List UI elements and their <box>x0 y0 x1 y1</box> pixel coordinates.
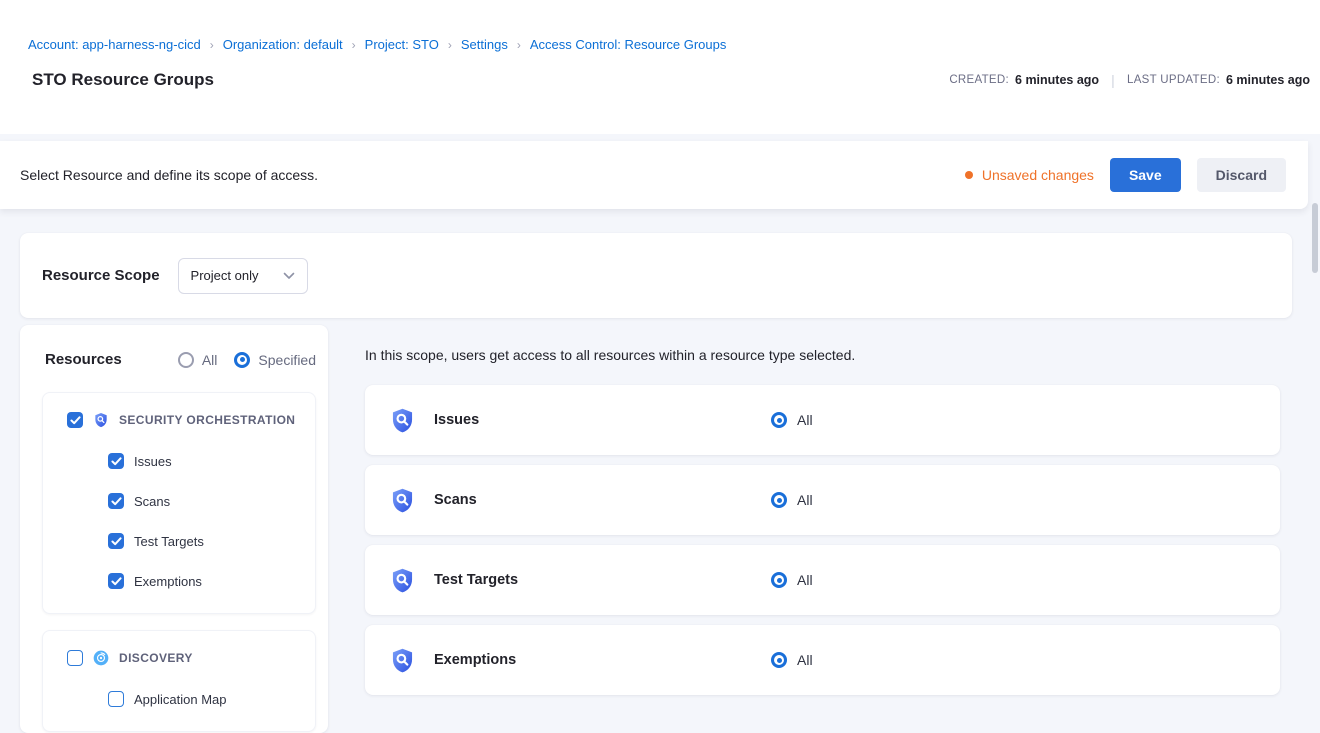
shield-search-icon <box>389 647 416 674</box>
check-icon <box>111 577 122 586</box>
resource-card-title: Scans <box>434 492 771 508</box>
unsaved-changes-label: Unsaved changes <box>982 167 1094 183</box>
application-map-checkbox[interactable] <box>108 691 124 707</box>
shield-search-icon <box>389 407 416 434</box>
shield-search-icon <box>389 487 416 514</box>
resource-item-label: Test Targets <box>134 534 204 549</box>
page-title: STO Resource Groups <box>32 70 214 90</box>
resource-card-title: Test Targets <box>434 572 771 588</box>
access-all-label: All <box>797 652 813 668</box>
vertical-scrollbar-thumb[interactable] <box>1312 203 1318 273</box>
filter-specified-option[interactable]: Specified <box>234 352 316 368</box>
breadcrumb-account[interactable]: Account: app-harness-ng-cicd <box>28 37 201 52</box>
radio-selected-icon[interactable] <box>771 492 787 508</box>
access-option-all[interactable]: All <box>771 412 813 428</box>
resources-filter: All Specified <box>178 352 316 368</box>
created-updated-meta: CREATED: 6 minutes ago | LAST UPDATED: 6… <box>949 72 1310 88</box>
filter-all-option[interactable]: All <box>178 352 218 368</box>
chevron-down-icon <box>283 272 295 280</box>
resource-scope-label: Resource Scope <box>42 267 160 284</box>
check-icon <box>111 497 122 506</box>
chevron-right-icon: › <box>448 38 452 52</box>
action-toolbar: Select Resource and define its scope of … <box>0 141 1308 209</box>
access-option-all[interactable]: All <box>771 652 813 668</box>
radio-selected-icon[interactable] <box>234 352 250 368</box>
radio-selected-icon[interactable] <box>771 652 787 668</box>
resource-card-test-targets: Test Targets All <box>365 545 1280 615</box>
resource-item-label: Scans <box>134 494 170 509</box>
access-option-all[interactable]: All <box>771 492 813 508</box>
resource-card-title: Exemptions <box>434 652 771 668</box>
resource-item-label: Application Map <box>134 692 227 707</box>
resource-item-issues: Issues <box>108 441 315 481</box>
test-targets-checkbox[interactable] <box>108 533 124 549</box>
resource-card-exemptions: Exemptions All <box>365 625 1280 695</box>
radar-icon <box>93 650 109 666</box>
check-icon <box>111 537 122 546</box>
filter-all-label: All <box>202 352 218 368</box>
access-option-all[interactable]: All <box>771 572 813 588</box>
radio-selected-icon[interactable] <box>771 412 787 428</box>
security-orchestration-checkbox[interactable] <box>67 412 83 428</box>
resource-scope-card: Resource Scope Project only <box>20 233 1292 318</box>
save-button[interactable]: Save <box>1110 158 1181 192</box>
resource-item-scans: Scans <box>108 481 315 521</box>
resource-item-application-map: Application Map <box>108 679 315 719</box>
discard-button[interactable]: Discard <box>1197 158 1286 192</box>
last-updated-value: 6 minutes ago <box>1226 73 1310 87</box>
chevron-right-icon: › <box>517 38 521 52</box>
breadcrumb: Account: app-harness-ng-cicd › Organizat… <box>0 0 1320 52</box>
resources-panel: Resources All Specified SECURITY ORCHEST… <box>20 325 328 733</box>
breadcrumb-organization[interactable]: Organization: default <box>223 37 343 52</box>
resource-group-security-orchestration: SECURITY ORCHESTRATION Issues Scans Test… <box>42 392 316 614</box>
last-updated-label: LAST UPDATED: <box>1127 74 1220 86</box>
resources-title: Resources <box>45 351 122 368</box>
resource-item-label: Exemptions <box>134 574 202 589</box>
shield-search-icon <box>389 567 416 594</box>
scans-checkbox[interactable] <box>108 493 124 509</box>
group-name: SECURITY ORCHESTRATION <box>119 413 295 427</box>
scope-description: In this scope, users get access to all r… <box>365 345 1280 365</box>
resource-scope-selected-value: Project only <box>191 268 259 283</box>
resource-item-exemptions: Exemptions <box>108 561 315 601</box>
check-icon <box>70 416 81 425</box>
scope-instruction-text: Select Resource and define its scope of … <box>20 167 318 183</box>
breadcrumb-settings[interactable]: Settings <box>461 37 508 52</box>
resource-scope-select[interactable]: Project only <box>178 258 308 294</box>
exemptions-checkbox[interactable] <box>108 573 124 589</box>
resource-item-test-targets: Test Targets <box>108 521 315 561</box>
access-all-label: All <box>797 492 813 508</box>
meta-divider: | <box>1111 72 1115 88</box>
chevron-right-icon: › <box>210 38 214 52</box>
resource-item-label: Issues <box>134 454 172 469</box>
resource-group-discovery: DISCOVERY Application Map <box>42 630 316 732</box>
resource-card-issues: Issues All <box>365 385 1280 455</box>
filter-specified-label: Specified <box>258 352 316 368</box>
group-name: DISCOVERY <box>119 651 193 665</box>
chevron-right-icon: › <box>352 38 356 52</box>
unsaved-dot-icon <box>965 171 973 179</box>
created-label: CREATED: <box>949 74 1009 86</box>
radio-unselected-icon[interactable] <box>178 352 194 368</box>
access-all-label: All <box>797 572 813 588</box>
check-icon <box>111 457 122 466</box>
access-all-label: All <box>797 412 813 428</box>
page-header: Account: app-harness-ng-cicd › Organizat… <box>0 0 1320 134</box>
created-value: 6 minutes ago <box>1015 73 1099 87</box>
issues-checkbox[interactable] <box>108 453 124 469</box>
shield-search-icon <box>93 412 109 428</box>
resource-card-title: Issues <box>434 412 771 428</box>
discovery-checkbox[interactable] <box>67 650 83 666</box>
breadcrumb-project[interactable]: Project: STO <box>365 37 439 52</box>
radio-selected-icon[interactable] <box>771 572 787 588</box>
unsaved-changes-indicator: Unsaved changes <box>965 167 1094 183</box>
scope-detail-area: In this scope, users get access to all r… <box>365 345 1280 705</box>
breadcrumb-access-control[interactable]: Access Control: Resource Groups <box>530 37 727 52</box>
resource-card-scans: Scans All <box>365 465 1280 535</box>
